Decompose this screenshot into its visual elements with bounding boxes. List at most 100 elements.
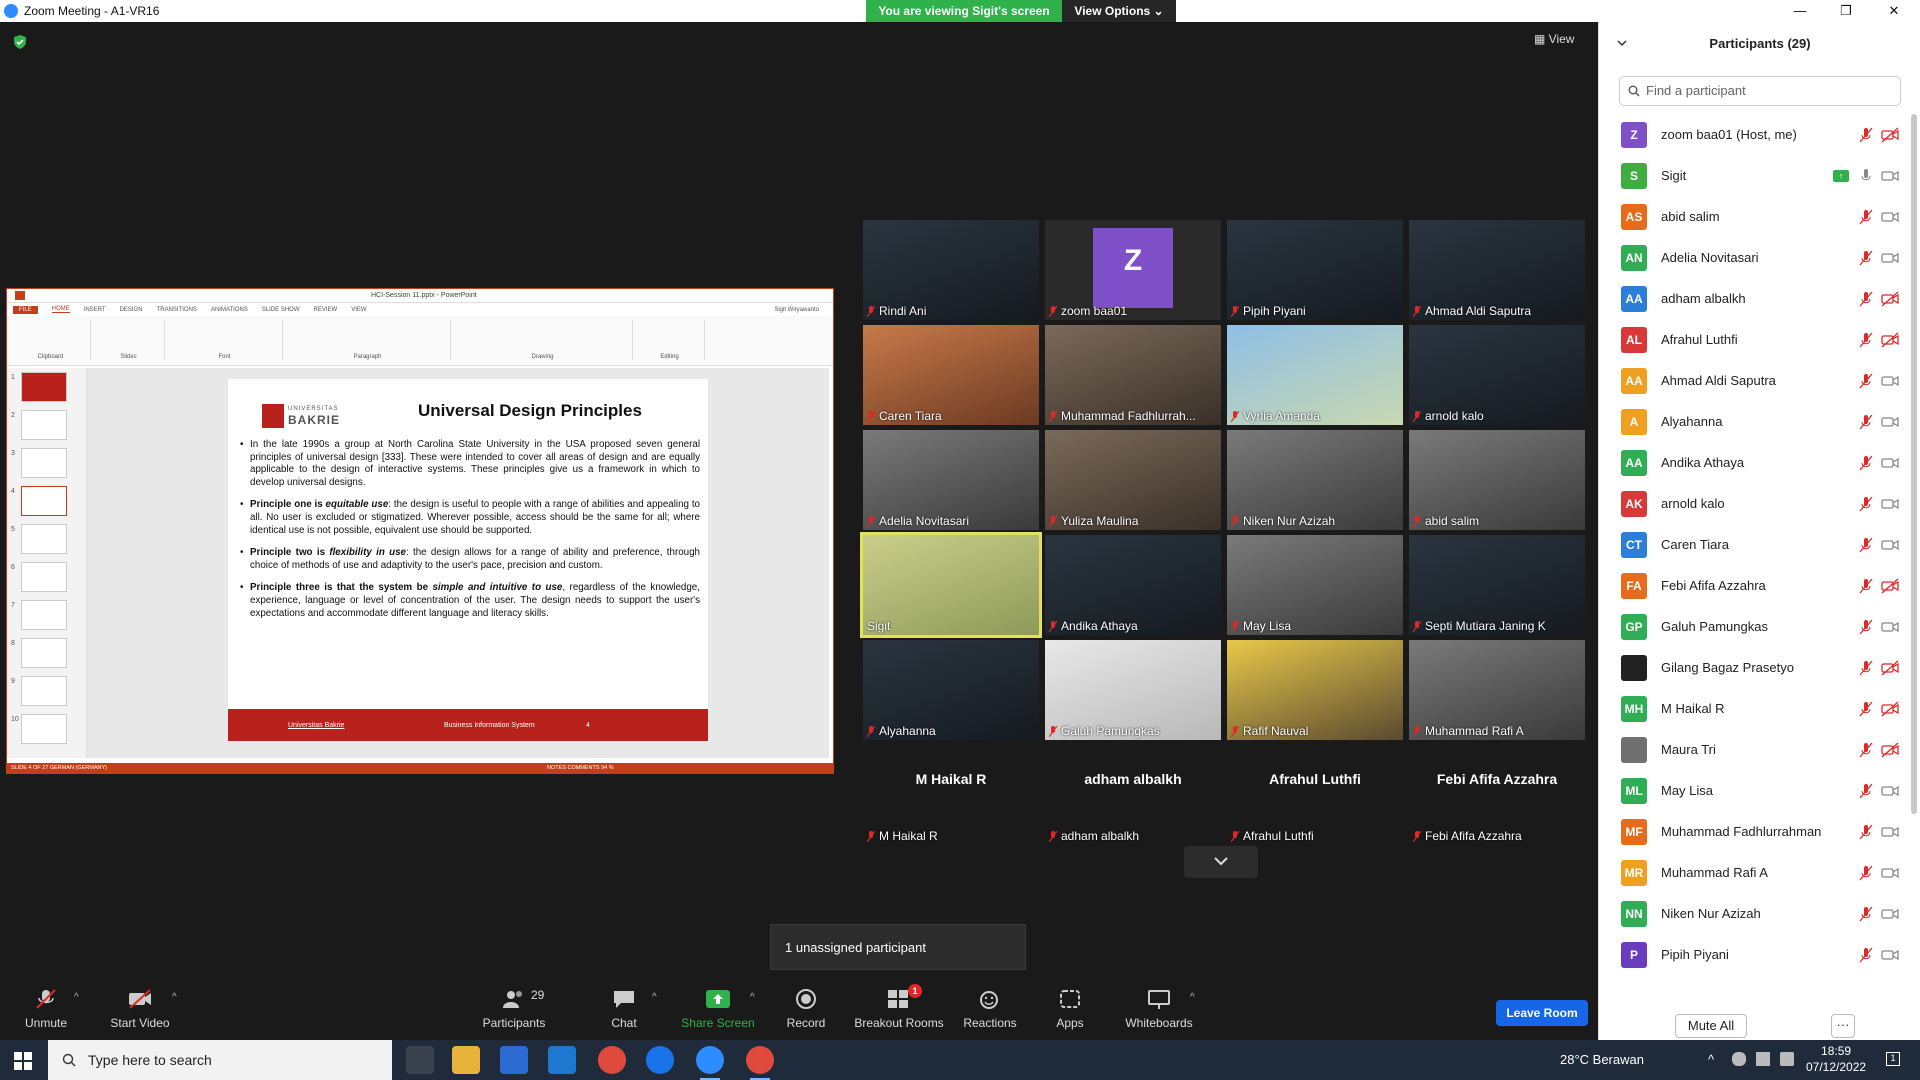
video-tile[interactable]: Adelia Novitasari [863, 430, 1039, 530]
participant-row[interactable]: ML May Lisa [1599, 770, 1909, 811]
participant-row[interactable]: CT Caren Tiara [1599, 524, 1909, 565]
chat-options-caret[interactable]: ^ [652, 992, 657, 1003]
video-tile[interactable]: Caren Tiara [863, 325, 1039, 425]
start-video-button[interactable]: Start Video [104, 988, 176, 1030]
video-tile[interactable]: Galuh Pamungkas [1045, 640, 1221, 740]
security-shield-icon[interactable] [12, 34, 28, 50]
participant-row[interactable]: FA Febi Afifa Azzahra [1599, 565, 1909, 606]
notification-center-icon[interactable]: 1 [1886, 1052, 1900, 1066]
file-explorer-icon[interactable] [452, 1046, 480, 1074]
video-tile[interactable]: Zzoom baa01 [1045, 220, 1221, 320]
participant-search-input[interactable]: Find a participant [1619, 76, 1901, 106]
video-tile[interactable]: Septi Mutiara Janing K [1409, 535, 1585, 635]
leave-room-button[interactable]: Leave Room [1496, 1000, 1588, 1026]
whiteboards-button[interactable]: Whiteboards [1124, 988, 1194, 1030]
maximize-button[interactable]: ❐ [1826, 0, 1866, 22]
view-options-button[interactable]: View Options ⌄ [1062, 0, 1176, 22]
participant-row[interactable]: Gilang Bagaz Prasetyo [1599, 647, 1909, 688]
whiteboard-options-caret[interactable]: ^ [1190, 992, 1195, 1003]
video-tile[interactable]: Alyahanna [863, 640, 1039, 740]
participant-list-scrollbar[interactable] [1911, 114, 1917, 814]
breakout-rooms-button[interactable]: 1 Breakout Rooms [854, 984, 944, 1030]
participant-row[interactable]: MH M Haikal R [1599, 688, 1909, 729]
video-tile[interactable]: arnold kalo [1409, 325, 1585, 425]
video-tile[interactable]: Muhammad Rafi A [1409, 640, 1585, 740]
slide-thumbnail[interactable] [21, 714, 67, 744]
participant-row[interactable]: A Alyahanna [1599, 401, 1909, 442]
system-clock[interactable]: 18:59 07/12/2022 [1806, 1043, 1866, 1075]
video-tile[interactable]: Ahmad Aldi Saputra [1409, 220, 1585, 320]
participant-row[interactable]: AA Ahmad Aldi Saputra [1599, 360, 1909, 401]
video-tile[interactable]: Sigit [860, 532, 1042, 638]
participant-row[interactable]: AS abid salim [1599, 196, 1909, 237]
task-view-icon[interactable] [406, 1046, 434, 1074]
video-tile[interactable]: Rindi Ani [863, 220, 1039, 320]
video-options-caret[interactable]: ^ [172, 992, 177, 1003]
chrome-window-icon[interactable] [746, 1046, 774, 1080]
participant-row[interactable]: GP Galuh Pamungkas [1599, 606, 1909, 647]
participant-row[interactable]: AA Andika Athaya [1599, 442, 1909, 483]
participant-row[interactable]: MF Muhammad Fadhlurrahman [1599, 811, 1909, 852]
video-tile[interactable]: Yuliza Maulina [1045, 430, 1221, 530]
network-icon[interactable] [1756, 1052, 1770, 1066]
video-tile[interactable]: Febi Afifa Azzahra Febi Afifa Azzahra [1409, 745, 1585, 845]
participant-row[interactable]: AN Adelia Novitasari [1599, 237, 1909, 278]
chat-button[interactable]: Chat [604, 988, 644, 1030]
audio-options-caret[interactable]: ^ [74, 992, 79, 1003]
slide-thumbnail[interactable] [21, 524, 67, 554]
video-tile[interactable]: Pipih Piyani [1227, 220, 1403, 320]
video-tile[interactable]: Niken Nur Azizah [1227, 430, 1403, 530]
video-tile[interactable]: M Haikal R M Haikal R [863, 745, 1039, 845]
microphone-tray-icon[interactable] [1732, 1052, 1746, 1066]
mute-all-button[interactable]: Mute All [1675, 1014, 1747, 1038]
video-tile[interactable]: Afrahul Luthfi Afrahul Luthfi [1227, 745, 1403, 845]
video-tile[interactable]: adham albalkh adham albalkh [1045, 745, 1221, 845]
next-page-button[interactable] [1184, 846, 1258, 878]
slide-thumbnail[interactable] [21, 448, 67, 478]
participant-row[interactable]: S Sigit ↑ [1599, 155, 1909, 196]
slide-thumbnail[interactable] [21, 372, 67, 402]
video-tile[interactable]: abid salim [1409, 430, 1585, 530]
slide-thumbnail[interactable] [21, 562, 67, 592]
share-options-caret[interactable]: ^ [750, 992, 755, 1003]
participant-row[interactable]: Maura Tri [1599, 729, 1909, 770]
participant-row[interactable]: P Pipih Piyani [1599, 934, 1909, 975]
slide-thumbnail[interactable] [21, 486, 67, 516]
teamviewer-icon[interactable] [646, 1046, 674, 1074]
zoom-taskbar-icon[interactable] [696, 1046, 724, 1080]
more-options-button[interactable]: ··· [1831, 1014, 1855, 1038]
volume-icon[interactable] [1780, 1052, 1794, 1066]
chrome-icon[interactable] [598, 1046, 626, 1074]
slide-thumbnail[interactable] [21, 638, 67, 668]
video-tile[interactable]: Rafif Nauval [1227, 640, 1403, 740]
store-icon[interactable] [500, 1046, 528, 1074]
slide-thumbnail[interactable] [21, 676, 67, 706]
participants-button[interactable]: 29 Participants [482, 988, 546, 1030]
weather-widget[interactable]: 28°C Berawan [1560, 1052, 1644, 1067]
close-button[interactable]: ✕ [1874, 0, 1914, 22]
view-layout-button[interactable]: ▦ View [1534, 32, 1574, 46]
video-tile[interactable]: Vyrlia Amanda [1227, 325, 1403, 425]
mail-icon[interactable] [548, 1046, 576, 1074]
unmute-button[interactable]: Unmute [22, 988, 70, 1030]
taskbar-search-input[interactable]: Type here to search [48, 1040, 392, 1080]
participant-row[interactable]: AK arnold kalo [1599, 483, 1909, 524]
participant-row[interactable]: AL Afrahul Luthfi [1599, 319, 1909, 360]
apps-button[interactable]: Apps [1054, 988, 1086, 1030]
share-screen-button[interactable]: Share Screen [678, 988, 758, 1030]
video-tile[interactable]: Muhammad Fadhlurrah... [1045, 325, 1221, 425]
slide-thumbnail[interactable] [21, 600, 67, 630]
participant-row[interactable]: Zzoom baa01 (Host, me) [1599, 114, 1909, 155]
participant-row[interactable]: AA adham albalkh [1599, 278, 1909, 319]
record-button[interactable]: Record [782, 988, 830, 1030]
slide-thumbnail[interactable] [21, 410, 67, 440]
participant-row[interactable]: NN Niken Nur Azizah [1599, 893, 1909, 934]
reactions-button[interactable]: Reactions [962, 988, 1018, 1030]
unassigned-participant-notice[interactable]: 1 unassigned participant [770, 924, 1026, 970]
tray-chevron-icon[interactable]: ^ [1708, 1052, 1722, 1067]
windows-start-icon[interactable] [14, 1052, 32, 1070]
video-tile[interactable]: Andika Athaya [1045, 535, 1221, 635]
participant-row[interactable]: MR Muhammad Rafi A [1599, 852, 1909, 893]
video-tile[interactable]: May Lisa [1227, 535, 1403, 635]
minimize-button[interactable]: — [1780, 0, 1820, 22]
